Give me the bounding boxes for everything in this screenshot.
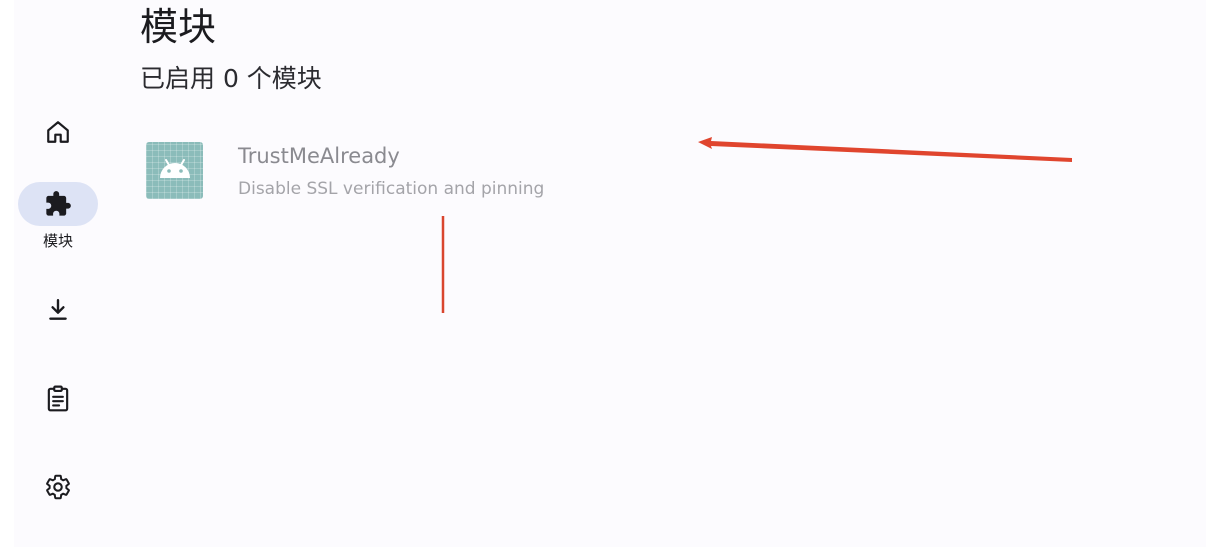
nav-item-logs[interactable] bbox=[14, 377, 102, 421]
nav-item-repository[interactable] bbox=[14, 288, 102, 332]
nav-indicator bbox=[18, 377, 98, 421]
download-icon bbox=[45, 297, 71, 323]
nav-indicator bbox=[18, 288, 98, 332]
app-window: 模块 模块 已启用 0 个模块 TrustMeAlready Disable S… bbox=[0, 0, 1206, 547]
nav-indicator bbox=[18, 465, 98, 509]
gear-icon bbox=[44, 473, 72, 501]
annotation-arrow bbox=[698, 137, 1072, 162]
puzzle-icon bbox=[44, 190, 72, 218]
nav-item-settings[interactable] bbox=[14, 465, 102, 509]
page-title: 模块 bbox=[140, 5, 217, 49]
module-list-item[interactable]: TrustMeAlready Disable SSL verification … bbox=[130, 130, 730, 210]
module-name: TrustMeAlready bbox=[238, 144, 400, 168]
navigation-rail: 模块 bbox=[14, 0, 114, 547]
page-subtitle: 已启用 0 个模块 bbox=[140, 64, 322, 93]
clipboard-icon bbox=[45, 385, 71, 413]
home-icon bbox=[45, 119, 71, 145]
nav-indicator-active bbox=[18, 182, 98, 226]
left-edge bbox=[0, 0, 14, 547]
nav-item-modules[interactable]: 模块 bbox=[14, 182, 102, 250]
module-description: Disable SSL verification and pinning bbox=[238, 179, 545, 199]
nav-label-modules: 模块 bbox=[42, 232, 73, 250]
module-app-icon bbox=[146, 142, 203, 199]
nav-item-home[interactable] bbox=[14, 110, 102, 154]
android-icon bbox=[160, 159, 190, 178]
nav-indicator bbox=[18, 110, 98, 154]
